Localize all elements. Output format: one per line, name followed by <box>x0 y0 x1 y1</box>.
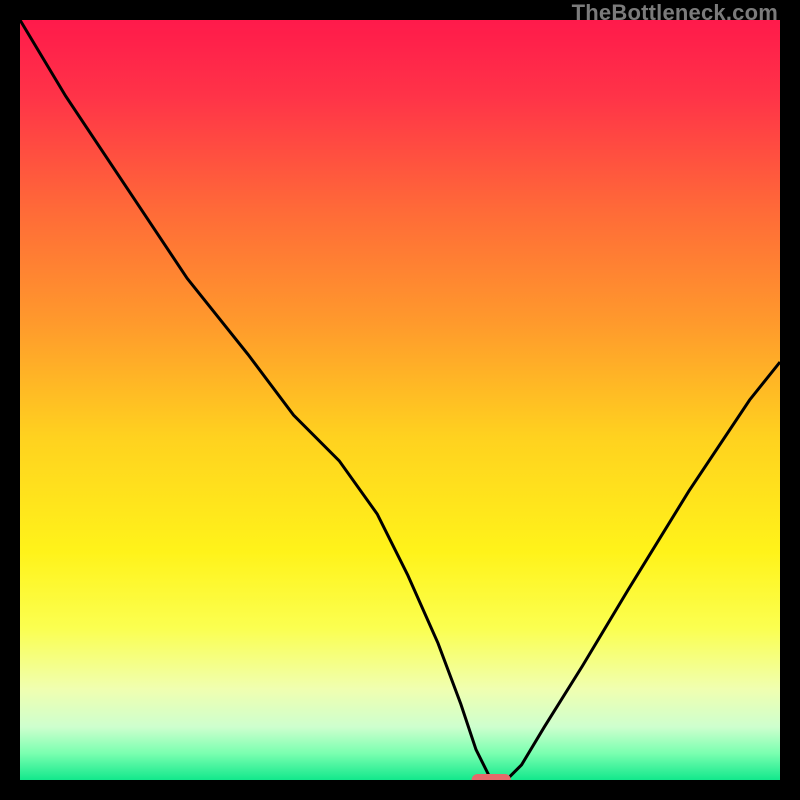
plot-area <box>20 20 780 780</box>
chart-frame: TheBottleneck.com <box>0 0 800 800</box>
gradient-background <box>20 20 780 780</box>
bottleneck-chart <box>20 20 780 780</box>
optimal-marker <box>472 774 511 780</box>
